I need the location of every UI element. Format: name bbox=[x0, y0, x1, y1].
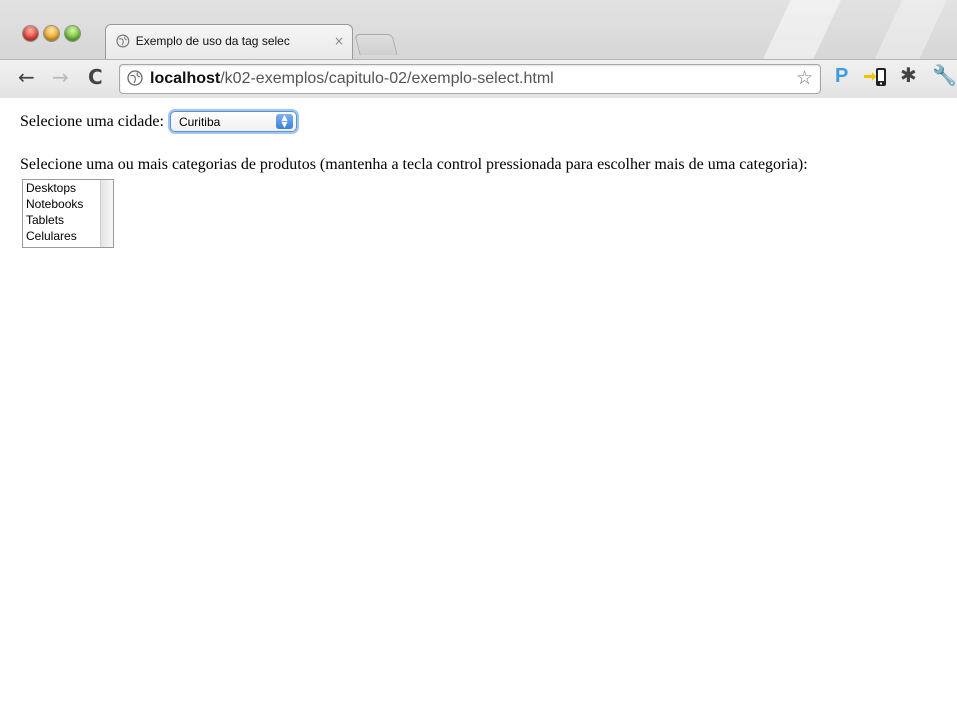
zoom-window-button[interactable] bbox=[65, 26, 80, 41]
wrench-icon[interactable]: 🔧 bbox=[932, 63, 957, 87]
gear-icon[interactable]: ✱ bbox=[900, 63, 917, 87]
extension-p-icon[interactable]: P bbox=[835, 65, 848, 88]
tab-active[interactable]: Exemplo de uso da tag selec × bbox=[105, 24, 353, 60]
categories-listbox[interactable]: Desktops Notebooks Tablets Celulares bbox=[22, 179, 114, 248]
categories-options: Desktops Notebooks Tablets Celulares bbox=[23, 180, 100, 244]
list-item[interactable]: Notebooks bbox=[23, 196, 100, 212]
page-info-globe-icon[interactable] bbox=[127, 70, 143, 86]
address-bar[interactable]: localhost/k02-exemplos/capitulo-02/exemp… bbox=[119, 64, 821, 94]
listbox-scrollbar[interactable] bbox=[100, 180, 113, 247]
forward-icon[interactable]: → bbox=[52, 67, 69, 87]
browser-chrome: Exemplo de uso da tag selec × ← → C loca… bbox=[0, 0, 957, 98]
city-select[interactable]: Curitiba ▲ ▼ bbox=[169, 111, 297, 132]
select-arrows-icon: ▲ ▼ bbox=[275, 114, 293, 129]
send-to-phone-icon[interactable] bbox=[864, 65, 888, 89]
address-path: /k02-exemplos/capitulo-02/exemplo-select… bbox=[220, 70, 554, 87]
back-icon[interactable]: ← bbox=[18, 67, 35, 87]
window-controls bbox=[23, 26, 80, 41]
list-item[interactable]: Celulares bbox=[23, 228, 100, 244]
toolbar: ← → C localhost/k02-exemplos/capitulo-02… bbox=[0, 59, 957, 98]
bookmark-star-icon[interactable]: ☆ bbox=[796, 67, 813, 89]
tab-close-icon[interactable]: × bbox=[334, 34, 344, 48]
page-content: Selecione uma cidade: Curitiba ▲ ▼ Seleci… bbox=[0, 98, 957, 727]
list-item[interactable]: Tablets bbox=[23, 212, 100, 228]
categories-label: Selecione uma ou mais categorias de prod… bbox=[20, 156, 808, 173]
list-item[interactable]: Desktops bbox=[23, 180, 100, 196]
chrome-highlight bbox=[707, 0, 957, 62]
address-host: localhost bbox=[150, 70, 221, 87]
city-select-value: Curitiba bbox=[178, 114, 221, 129]
globe-icon bbox=[116, 34, 130, 48]
reload-icon[interactable]: C bbox=[88, 67, 103, 87]
tab-title: Exemplo de uso da tag selec bbox=[135, 34, 290, 48]
address-url: localhost/k02-exemplos/capitulo-02/exemp… bbox=[150, 70, 554, 88]
new-tab-button[interactable] bbox=[354, 34, 398, 55]
city-label: Selecione uma cidade: bbox=[20, 112, 164, 130]
close-window-button[interactable] bbox=[23, 26, 38, 41]
minimize-window-button[interactable] bbox=[44, 26, 59, 41]
city-row: Selecione uma cidade: Curitiba ▲ ▼ bbox=[20, 111, 297, 132]
